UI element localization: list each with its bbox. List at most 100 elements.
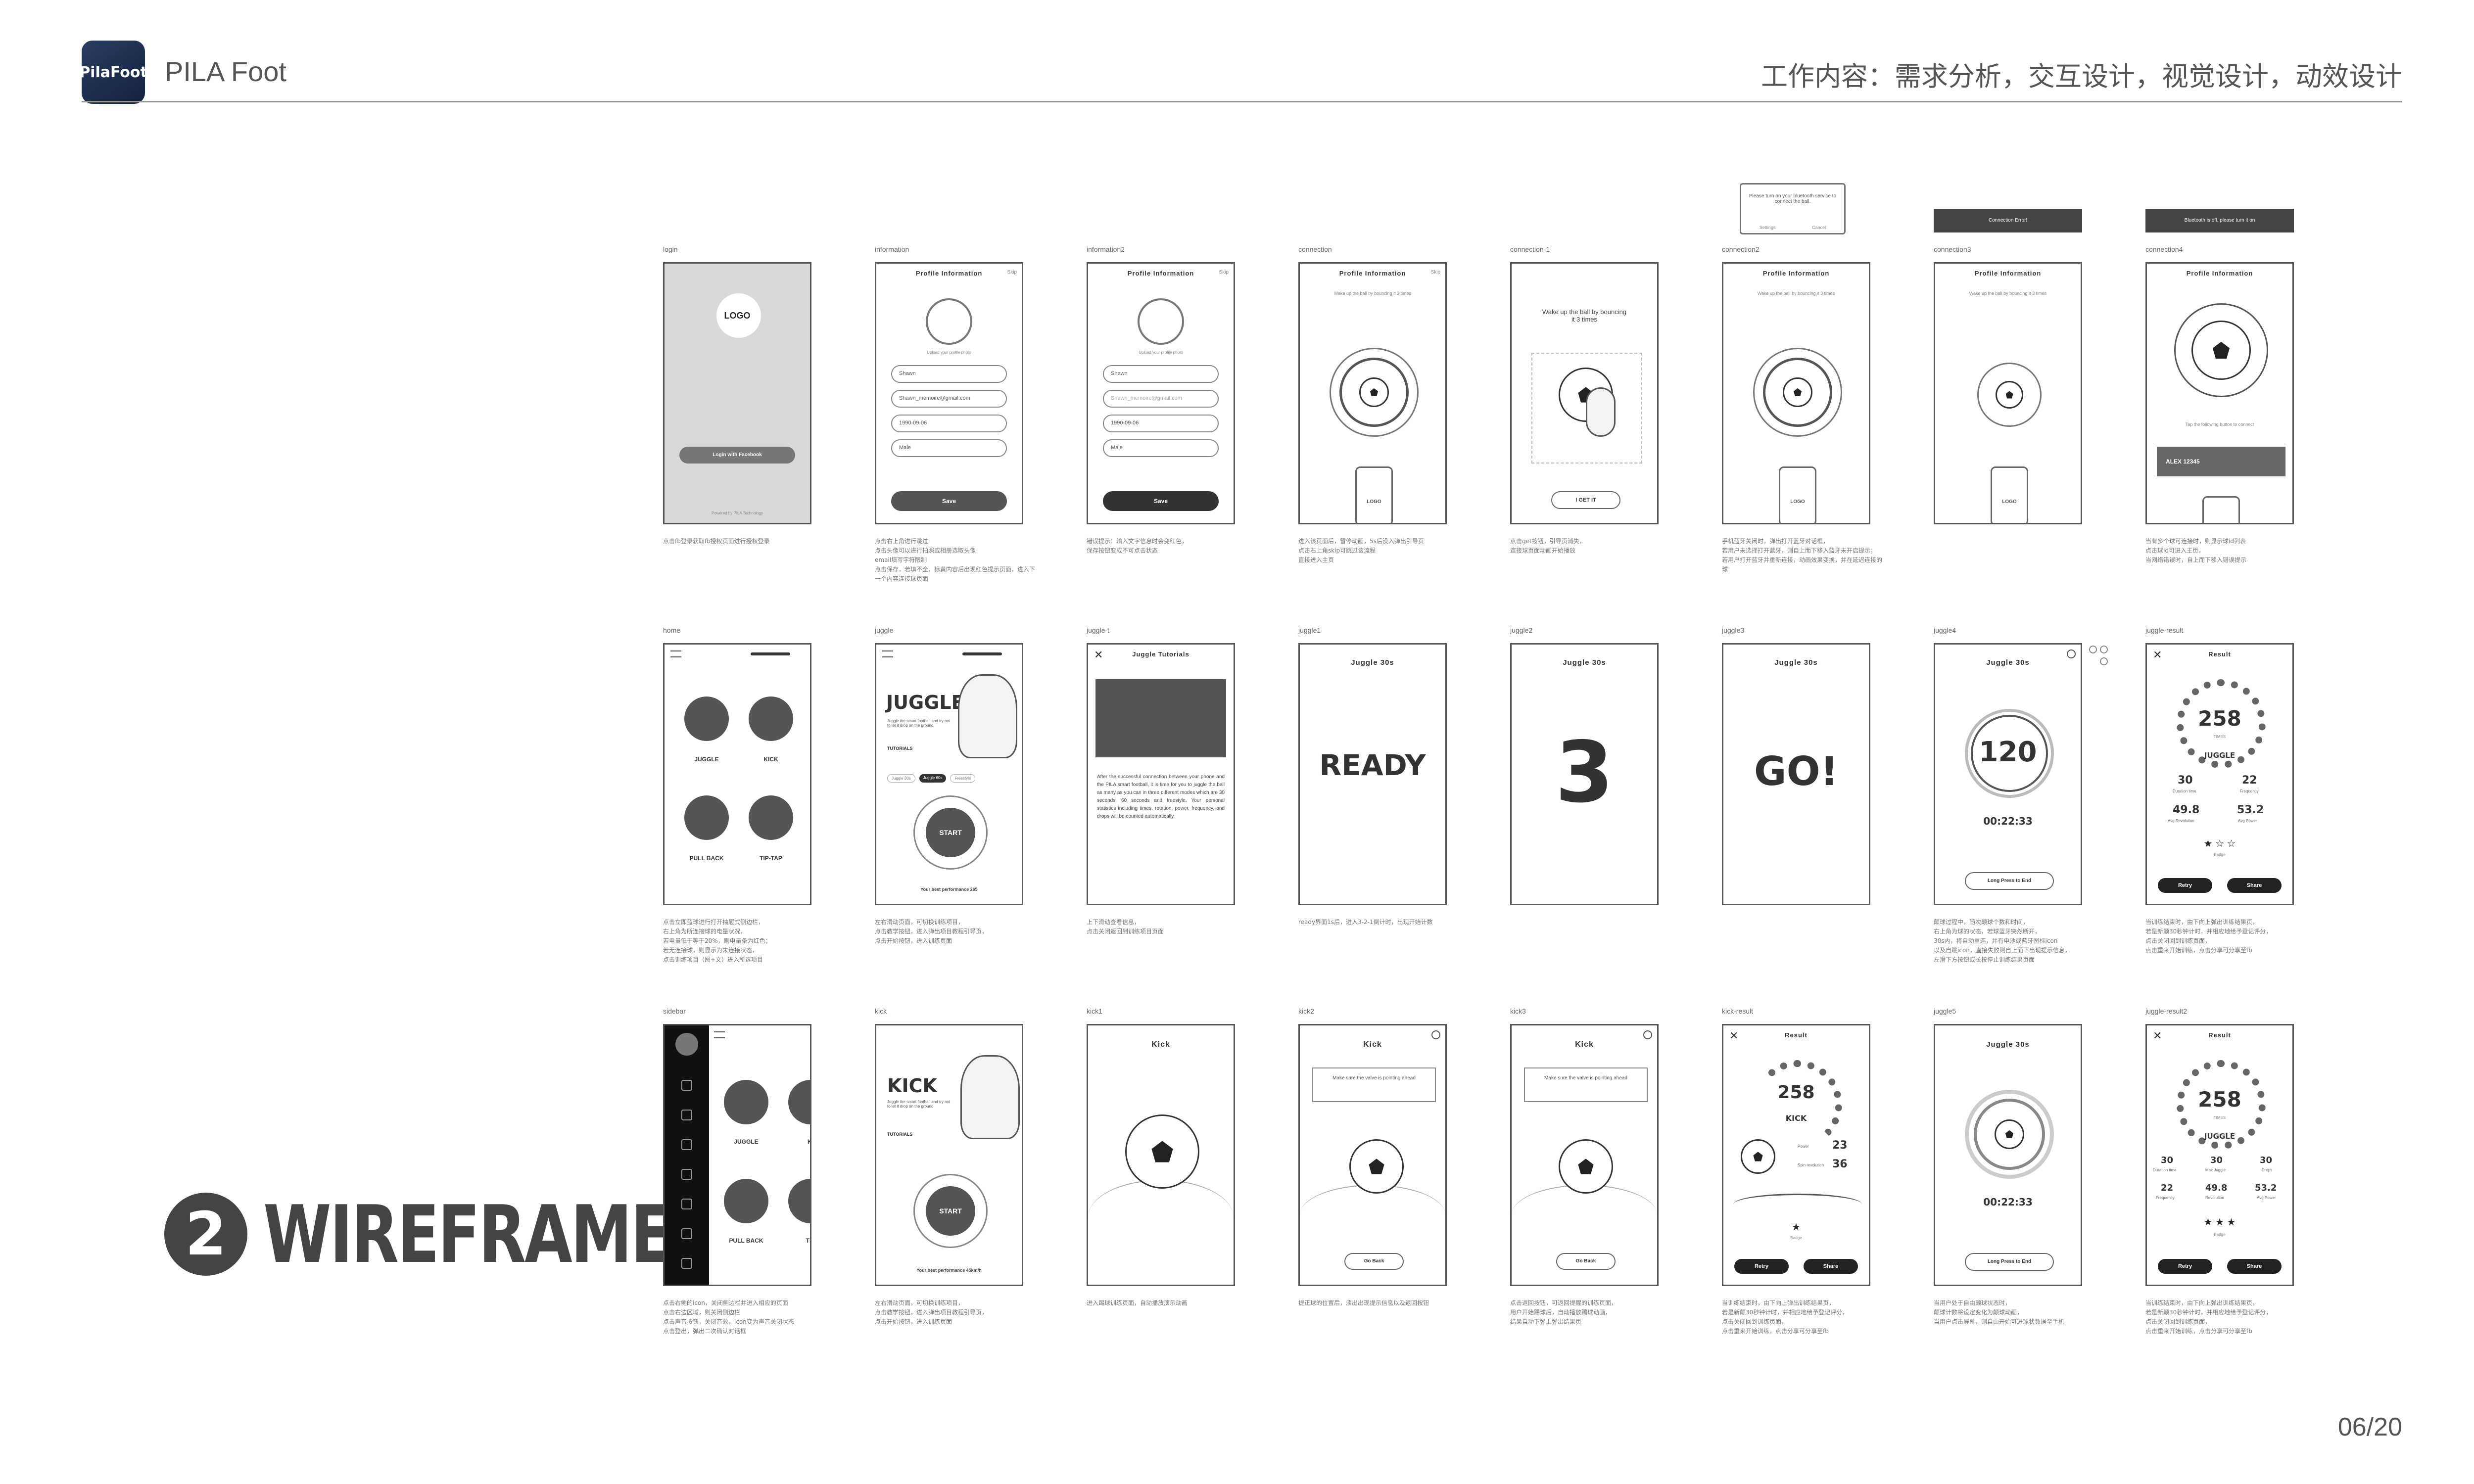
screen-note: 点击立即蓝球进行打开抽屉式侧边栏， 右上角为所连接球的电量状况， 若电量低于等于…	[663, 919, 771, 963]
tips-icon[interactable]	[681, 1169, 692, 1180]
email-field[interactable]: Shawn_memoire@gmail.com	[891, 390, 1007, 408]
phone-frame: Profile Information Skip Upload your pro…	[1087, 262, 1235, 524]
screen-note: 进入该页面后，暂停动画，5s后没入弹出引导页 点击右上角skip可跳过该流程 直…	[1298, 538, 1424, 563]
phone-frame: Juggle 30s 120 00:22:33 Long Press to En…	[1934, 643, 2082, 905]
phone-icon: LOGO	[1991, 466, 2028, 523]
screen-label: kick-result	[1722, 1007, 1754, 1015]
menu-icon[interactable]	[882, 650, 893, 657]
mode-label: PULL BACK	[689, 855, 724, 862]
connect-hint: Tap the following button to connect	[2185, 422, 2254, 427]
device-item[interactable]: ALEX 12345	[2157, 447, 2285, 476]
save-button[interactable]: Save	[891, 491, 1007, 511]
player-illustration	[958, 674, 1017, 758]
gender-field[interactable]: Male	[1103, 439, 1219, 457]
status-icons	[2089, 646, 2112, 675]
stat-value: 36	[1832, 1158, 1848, 1170]
volume-icon[interactable]	[681, 1228, 692, 1239]
about-icon[interactable]	[681, 1199, 692, 1209]
gender-field[interactable]: Male	[891, 439, 1007, 457]
birthday-field[interactable]: 1990-09-06	[1103, 415, 1219, 432]
menu-icon[interactable]	[670, 650, 681, 657]
screen-note: 进入踢球训练页面，自动播放演示动画	[1087, 1299, 1188, 1306]
got-it-button[interactable]: I GET IT	[1551, 491, 1620, 509]
kick-mode-icon[interactable]	[749, 696, 793, 741]
juggle-mode-icon[interactable]	[724, 1080, 768, 1124]
go-back-button[interactable]: Go Back	[1556, 1253, 1616, 1270]
profile-icon[interactable]	[681, 1139, 692, 1150]
tutorial-text: After the successful connection between …	[1097, 774, 1225, 819]
screen-label: juggle2	[1510, 626, 1533, 634]
phone-logo: LOGO	[2002, 499, 2017, 505]
share-button[interactable]: Share	[2227, 878, 2282, 893]
name-field[interactable]: Shawn	[891, 365, 1007, 383]
ball-icon	[1125, 1114, 1199, 1189]
start-button[interactable]: START	[926, 808, 975, 857]
email-field[interactable]: Shawn_memoire@gmail.com	[1103, 390, 1219, 408]
result-count: 258	[2198, 706, 2241, 731]
retry-button[interactable]: Retry	[2158, 878, 2212, 893]
facebook-login-button[interactable]: Login with Facebook	[679, 447, 795, 464]
tab-freestyle[interactable]: Freestyle	[950, 774, 976, 783]
end-button[interactable]: Long Press to End	[1965, 1253, 2054, 1271]
hand-icon	[1586, 387, 1616, 437]
menu-icon[interactable]	[714, 1031, 725, 1038]
stat-value: 49.8	[2205, 1183, 2228, 1193]
mode-label: KI	[808, 1138, 811, 1145]
report-icon[interactable]	[681, 1110, 692, 1120]
logo-text: LOGO	[724, 311, 751, 321]
tip-tap-mode-icon[interactable]	[788, 1179, 810, 1223]
result-count: 258	[2198, 1087, 2241, 1112]
birthday-field[interactable]: 1990-09-06	[891, 415, 1007, 432]
screen-label: connection	[1298, 245, 1332, 253]
instruction-text: Wake up the ball by bouncing it 3 times	[1757, 291, 1835, 296]
ball-icon	[1741, 1139, 1775, 1174]
tutorials-link[interactable]: TUTORIALS	[887, 1132, 912, 1137]
kick-mode-icon[interactable]	[788, 1080, 810, 1124]
end-button[interactable]: Long Press to End	[1965, 872, 2054, 890]
avatar[interactable]	[926, 298, 972, 345]
go-back-button[interactable]: Go Back	[1344, 1253, 1404, 1270]
screen-title: Profile Information	[2186, 270, 2253, 277]
tutorials-link[interactable]: TUTORIALS	[887, 746, 912, 751]
share-button[interactable]: Share	[1804, 1259, 1858, 1274]
phone-logo: LOGO	[1367, 499, 1381, 505]
pull-back-mode-icon[interactable]	[684, 795, 729, 840]
screen-note: 点击右上角进行跳过 点击头像可以进行拍照或相册选取头像 email填写字符限制 …	[875, 538, 1036, 582]
tip-tap-mode-icon[interactable]	[749, 795, 793, 840]
retry-button[interactable]: Retry	[1734, 1259, 1789, 1274]
phone-frame: Juggle 30s READY	[1298, 643, 1447, 905]
logout-icon[interactable]	[681, 1258, 692, 1269]
tab-juggle-30s[interactable]: Juggle 30s	[887, 774, 915, 783]
avatar[interactable]	[675, 1033, 698, 1056]
dialog-cancel-button[interactable]: Cancel	[1812, 225, 1826, 230]
retry-button[interactable]: Retry	[2158, 1259, 2212, 1274]
skip-link[interactable]: Skip	[1431, 270, 1440, 275]
work-content: 工作内容：需求分析，交互设计，视觉设计，动效设计	[1761, 61, 2402, 92]
tab-juggle-60s[interactable]: Juggle 60s	[919, 774, 947, 783]
disconnect-status-icon	[2100, 657, 2108, 665]
avatar[interactable]	[1138, 298, 1184, 345]
screen-note: 点击返回按钮，可返回提醒的训练页面， 用户开始踢球后，自动播放踢球动画， 结果自…	[1510, 1299, 1618, 1325]
screen-title: Juggle 30s	[1563, 658, 1606, 667]
phone-frame: Profile Information Tap the following bu…	[2145, 262, 2294, 524]
save-button[interactable]: Save	[1103, 491, 1219, 511]
instruction-text: Wake up the ball by bouncing it 3 times	[1542, 308, 1627, 323]
share-button[interactable]: Share	[2227, 1259, 2282, 1274]
upload-hint: Upload your profile photo	[927, 350, 971, 355]
skip-link[interactable]: Skip	[1219, 270, 1229, 275]
screen-title: Juggle 30s	[1351, 658, 1394, 667]
name-field[interactable]: Shawn	[1103, 365, 1219, 383]
login-footer: Powered by PILA Technology	[712, 511, 763, 515]
skip-link[interactable]: Skip	[1007, 270, 1017, 275]
stat-label: Spin revolution	[1798, 1163, 1824, 1167]
home-icon[interactable]	[681, 1080, 692, 1091]
tutorial-video[interactable]	[1095, 679, 1226, 757]
pull-back-mode-icon[interactable]	[724, 1179, 768, 1223]
start-button[interactable]: START	[926, 1186, 975, 1236]
screen-title: Juggle 30s	[1774, 658, 1818, 667]
app-icon: PilaFoot	[79, 41, 147, 104]
badge-label: Badge	[2214, 852, 2226, 857]
stat-label: Drops	[2262, 1168, 2273, 1172]
dialog-settings-button[interactable]: Settings	[1760, 225, 1776, 230]
juggle-mode-icon[interactable]	[684, 696, 729, 741]
